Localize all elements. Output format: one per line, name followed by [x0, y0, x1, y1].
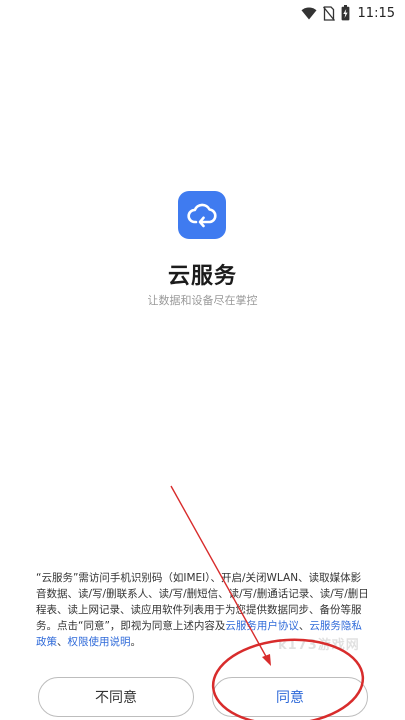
- notice-separator: 、: [298, 620, 310, 632]
- app-subtitle: 让数据和设备尽在掌控: [147, 294, 258, 307]
- notice-end: 。: [130, 636, 142, 648]
- permission-note-link[interactable]: 权限使用说明: [68, 636, 131, 648]
- no-sim-icon: [322, 5, 335, 21]
- agree-button[interactable]: 同意: [212, 677, 368, 717]
- notice-separator: 、: [57, 636, 68, 648]
- annotation-arrow-head: [262, 654, 271, 666]
- disagree-button[interactable]: 不同意: [38, 677, 194, 717]
- watermark: k173游戏网: [278, 638, 360, 653]
- battery-charging-icon: [341, 5, 349, 21]
- status-bar: 11:15: [0, 0, 405, 26]
- status-time: 11:15: [357, 5, 395, 21]
- wifi-icon: [301, 7, 317, 19]
- user-agreement-link[interactable]: 云服务用户协议: [225, 620, 299, 632]
- cloud-sync-icon: [178, 191, 226, 239]
- status-icons: 11:15: [301, 4, 395, 22]
- app-title: 云服务: [167, 264, 237, 289]
